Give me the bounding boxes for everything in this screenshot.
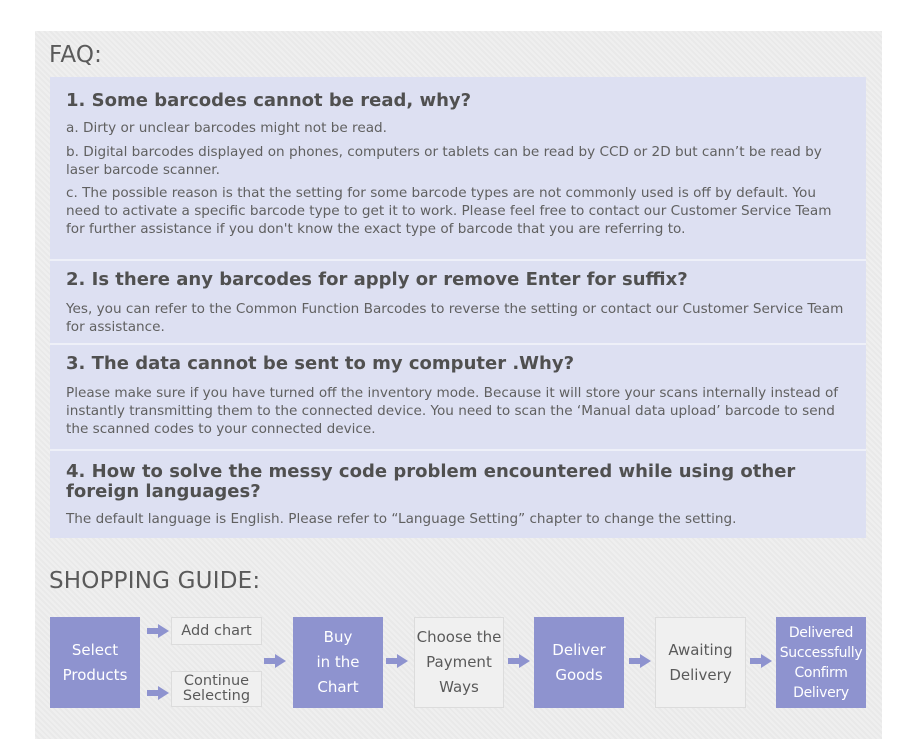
faq-answer: c. The possible reason is that the setti… [66,185,832,237]
arrow-right-icon [386,654,408,668]
faq-question: 2. Is there any barcodes for apply or re… [66,269,688,290]
step-deliver-goods: Deliver Goods [534,617,624,708]
faq-heading: FAQ: [49,42,103,68]
step-continue-selecting: Continue Selecting [171,671,262,707]
faq-answer: a. Dirty or unclear barcodes might not b… [66,120,387,136]
faq-question: 4. How to solve the messy code problem e… [66,461,796,502]
faq-answer: The default language is English. Please … [66,511,737,527]
faq-item: 4. How to solve the messy code problem e… [50,451,866,538]
step-choose-payment: Choose the Payment Ways [414,617,504,708]
faq-item: 2. Is there any barcodes for apply or re… [50,261,866,345]
faq-question: 1. Some barcodes cannot be read, why? [66,90,472,111]
step-select-products: Select Products [50,617,140,708]
arrow-right-icon [750,654,772,668]
faq-answer: Yes, you can refer to the Common Functio… [66,301,844,335]
arrow-right-icon [147,624,169,638]
step-awaiting-delivery: Awaiting Delivery [655,617,746,708]
faq-answer: Please make sure if you have turned off … [66,385,839,437]
arrow-right-icon [629,654,651,668]
step-delivered-confirm: Delivered Successfully Confirm Delivery [776,617,866,708]
content-panel: FAQ: 1. Some barcodes cannot be read, wh… [35,31,882,739]
faq-answer: b. Digital barcodes displayed on phones,… [66,144,822,178]
faq-item: 1. Some barcodes cannot be read, why? a.… [50,77,866,261]
step-buy-in-chart: Buy in the Chart [293,617,383,708]
faq-item: 3. The data cannot be sent to my compute… [50,345,866,451]
faq-question: 3. The data cannot be sent to my compute… [66,353,575,374]
shopping-guide-heading: SHOPPING GUIDE: [49,568,261,594]
step-add-chart: Add chart [171,617,262,645]
arrow-right-icon [147,686,169,700]
arrow-right-icon [264,654,286,668]
arrow-right-icon [508,654,530,668]
